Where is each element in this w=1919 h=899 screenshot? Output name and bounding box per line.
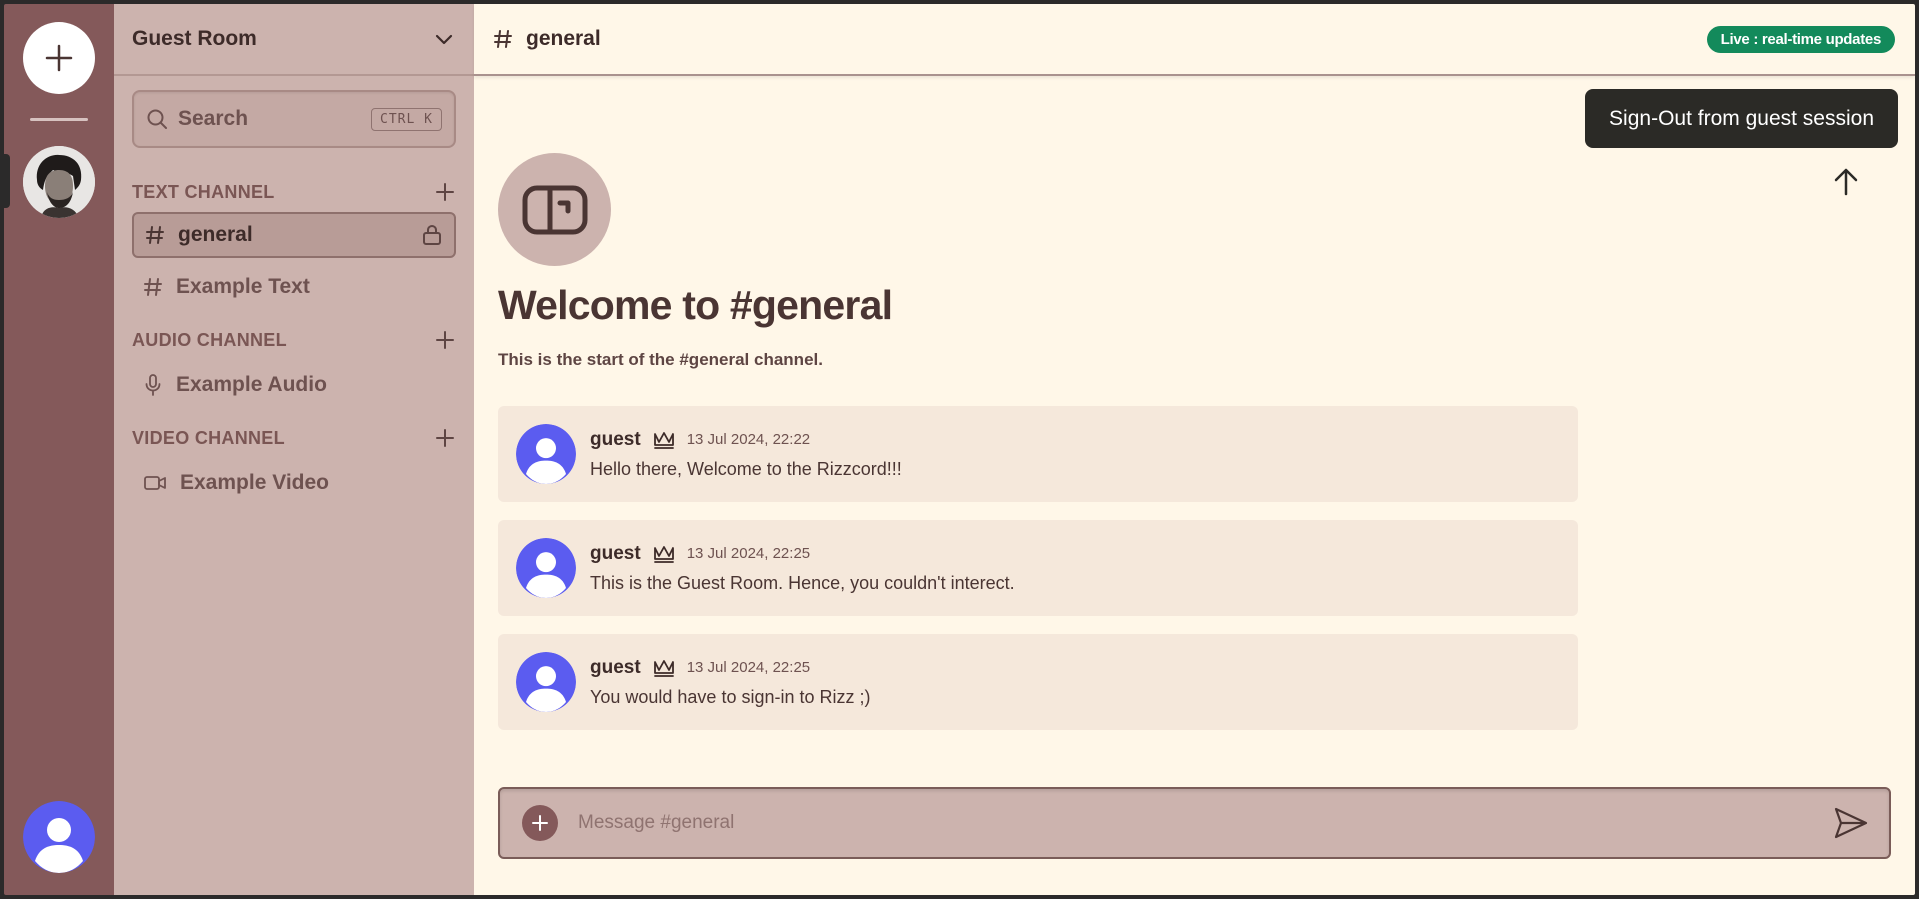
welcome-title: Welcome to #general xyxy=(498,282,893,328)
sign-out-button[interactable]: Sign-Out from guest session xyxy=(1585,89,1898,148)
message-author[interactable]: guest xyxy=(590,543,641,565)
user-avatar-icon xyxy=(516,538,576,598)
channel-item-general[interactable]: general xyxy=(132,212,456,258)
message-input[interactable] xyxy=(578,812,1833,834)
user-avatar[interactable] xyxy=(23,801,95,873)
add-server-button[interactable] xyxy=(23,22,95,94)
search-shortcut: CTRL K xyxy=(371,107,442,131)
lock-icon xyxy=(423,224,441,245)
channel-label: general xyxy=(178,223,253,246)
user-avatar-icon xyxy=(516,652,576,712)
rail-divider xyxy=(30,118,88,121)
message-avatar[interactable] xyxy=(516,538,576,598)
message-text: Hello there, Welcome to the Rizzcord!!! xyxy=(590,458,902,479)
server-avatar-image xyxy=(23,146,95,218)
chat-header: general Live : real-time updates xyxy=(474,4,1915,76)
message-avatar[interactable] xyxy=(516,652,576,712)
crown-icon xyxy=(653,658,675,678)
message-timestamp: 13 Jul 2024, 22:22 xyxy=(686,431,811,448)
channel-label: Example Audio xyxy=(176,373,327,396)
plus-icon xyxy=(45,44,73,72)
search-icon xyxy=(147,109,167,129)
app-window: Guest Room Search CTRL K TEXT CHANNEL ge… xyxy=(4,4,1915,895)
hash-icon xyxy=(494,30,512,48)
channel-sidebar: Guest Room Search CTRL K TEXT CHANNEL ge… xyxy=(114,4,474,895)
message-header: guest 13 Jul 2024, 22:22 xyxy=(590,429,902,451)
chat-channel-name: general xyxy=(526,27,601,50)
server-header[interactable]: Guest Room xyxy=(114,4,474,76)
audio-channel-title: AUDIO CHANNEL xyxy=(132,329,287,350)
channel-item-example-audio[interactable]: Example Audio xyxy=(132,362,456,408)
message-timestamp: 13 Jul 2024, 22:25 xyxy=(686,545,811,562)
chevron-down-icon xyxy=(435,34,453,45)
search-button[interactable]: Search CTRL K xyxy=(132,90,456,148)
message-item: guest 13 Jul 2024, 22:25 This is the Gue… xyxy=(498,520,1578,616)
text-channel-title: TEXT CHANNEL xyxy=(132,181,275,202)
server-avatar[interactable] xyxy=(23,146,95,218)
hash-icon xyxy=(146,226,164,244)
video-channel-section: VIDEO CHANNEL xyxy=(114,424,474,452)
search-label: Search xyxy=(178,107,249,130)
arrow-up-icon xyxy=(1834,168,1858,196)
message-body: guest 13 Jul 2024, 22:25 This is the Gue… xyxy=(590,543,1015,594)
channel-item-example-video[interactable]: Example Video xyxy=(132,460,456,506)
message-text: You would have to sign-in to Rizz ;) xyxy=(590,686,871,707)
live-status-badge: Live : real-time updates xyxy=(1706,25,1895,53)
message-author[interactable]: guest xyxy=(590,657,641,679)
channel-item-example-text[interactable]: Example Text xyxy=(132,264,456,310)
message-author[interactable]: guest xyxy=(590,429,641,451)
video-icon xyxy=(144,476,166,490)
channel-label: Example Text xyxy=(176,275,310,298)
welcome-subtitle: This is the start of the #general channe… xyxy=(498,350,823,369)
channel-welcome-icon xyxy=(498,153,611,266)
channel-icon xyxy=(522,185,587,234)
message-list: guest 13 Jul 2024, 22:22 Hello there, We… xyxy=(498,406,1578,748)
text-channel-section: TEXT CHANNEL xyxy=(114,178,474,206)
audio-channel-section: AUDIO CHANNEL xyxy=(114,326,474,354)
channel-label: Example Video xyxy=(180,471,330,494)
message-avatar[interactable] xyxy=(516,424,576,484)
crown-icon xyxy=(653,430,675,450)
active-server-indicator xyxy=(4,154,10,208)
message-body: guest 13 Jul 2024, 22:22 Hello there, We… xyxy=(590,429,902,480)
server-name: Guest Room xyxy=(132,27,257,50)
add-audio-channel-icon[interactable] xyxy=(436,331,454,349)
microphone-icon xyxy=(145,374,161,396)
message-timestamp: 13 Jul 2024, 22:25 xyxy=(686,659,811,676)
send-icon xyxy=(1834,807,1868,839)
message-item: guest 13 Jul 2024, 22:22 Hello there, We… xyxy=(498,406,1578,502)
add-video-channel-icon[interactable] xyxy=(436,429,454,447)
message-item: guest 13 Jul 2024, 22:25 You would have … xyxy=(498,634,1578,730)
chat-area: general Live : real-time updates Sign-Ou… xyxy=(474,4,1915,895)
message-text: This is the Guest Room. Hence, you could… xyxy=(590,572,1015,593)
server-rail xyxy=(4,4,114,895)
scroll-to-top-button[interactable] xyxy=(1831,167,1861,202)
attach-button[interactable] xyxy=(522,805,558,841)
message-composer xyxy=(498,787,1891,859)
plus-icon xyxy=(532,815,548,831)
message-header: guest 13 Jul 2024, 22:25 xyxy=(590,543,1015,565)
message-body: guest 13 Jul 2024, 22:25 You would have … xyxy=(590,657,871,708)
crown-icon xyxy=(653,544,675,564)
message-header: guest 13 Jul 2024, 22:25 xyxy=(590,657,871,679)
user-avatar-icon xyxy=(516,424,576,484)
add-text-channel-icon[interactable] xyxy=(436,183,454,201)
user-avatar-icon xyxy=(23,801,95,873)
hash-icon xyxy=(144,278,162,296)
send-button[interactable] xyxy=(1833,806,1869,840)
video-channel-title: VIDEO CHANNEL xyxy=(132,427,285,448)
